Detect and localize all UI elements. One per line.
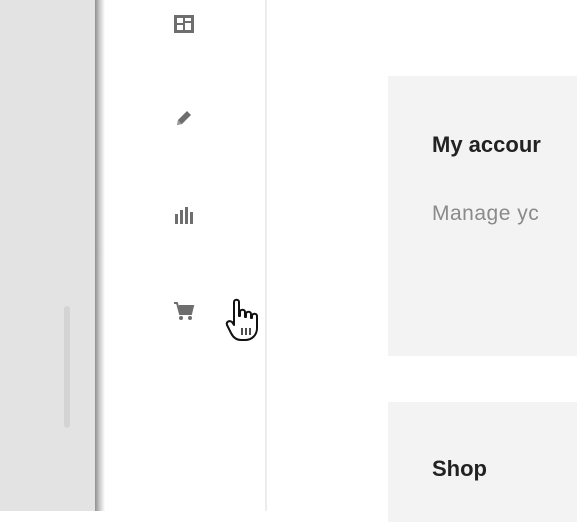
cart-icon[interactable] [168, 295, 200, 327]
my-account-card-description: Manage yc [432, 202, 540, 225]
shop-card[interactable]: Shop [388, 402, 577, 522]
my-account-card[interactable]: My accour Manage yc [388, 76, 577, 356]
shop-card-title: Shop [432, 456, 487, 481]
scroll-handle[interactable] [64, 306, 70, 428]
my-account-card-title: My accour [432, 132, 541, 157]
bar-chart-icon[interactable] [168, 199, 200, 231]
dashboard-icon[interactable] [168, 8, 200, 40]
panel-shadow [95, 0, 105, 511]
outer-sidebar [0, 0, 95, 511]
hand-pointer-cursor-icon [224, 298, 264, 349]
edit-icon[interactable] [168, 102, 200, 134]
nav-rail-divider [265, 0, 267, 511]
nav-rail [105, 0, 265, 511]
